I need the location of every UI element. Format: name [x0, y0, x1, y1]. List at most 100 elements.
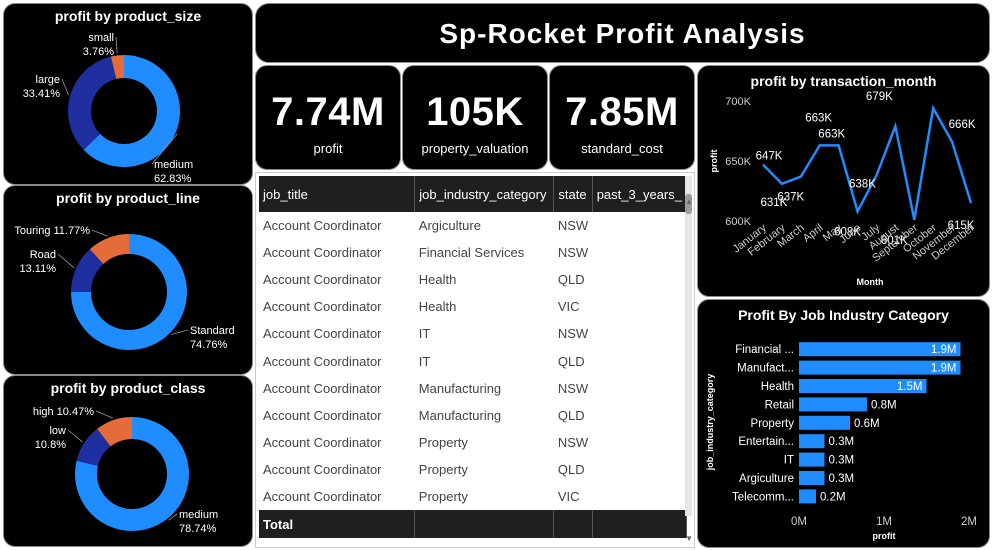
donut-chart-size: medium 62.83% large 33.41% small 3.76%: [23, 32, 193, 184]
slice-value: 10.8%: [35, 439, 66, 451]
chart-title: Profit By Job Industry Category: [738, 307, 949, 323]
scroll-down-arrow[interactable]: ▼: [685, 534, 693, 543]
table-row[interactable]: Account Coordinator Health QLD: [259, 266, 687, 293]
slice-name: large: [36, 74, 60, 86]
data-table-container[interactable]: job_title job_industry_category state pa…: [255, 172, 695, 548]
y-tick-label: 650K: [725, 156, 751, 168]
vertical-scrollbar[interactable]: [685, 176, 692, 516]
table-row[interactable]: Account Coordinator Property VIC: [259, 483, 687, 510]
kpi-card-standard-cost: 7.85M standard_cost: [549, 65, 695, 170]
leader-line: [115, 36, 118, 54]
donut-panel-line: profit by product_line Standard 74.76% Roa…: [3, 185, 253, 375]
data-label: 663K: [818, 128, 845, 140]
line-chart-panel: profit by transaction_month 600K 650K 700K…: [697, 65, 990, 297]
bar: [799, 397, 867, 412]
y-tick-label: Property: [751, 418, 795, 430]
kpi-value: 7.85M: [565, 90, 679, 134]
table-cell: Manufacturing: [418, 380, 502, 396]
table-row[interactable]: Account Coordinator Argiculture NSW: [259, 212, 687, 239]
total-label: Total: [259, 510, 416, 539]
leader-line: [91, 229, 108, 237]
bar: [799, 434, 825, 449]
y-tick-label: 600K: [725, 216, 751, 228]
table-cell: [592, 266, 686, 293]
bar: [799, 471, 825, 485]
data-label: 694K: [904, 91, 931, 93]
table-cell: [592, 212, 686, 239]
column-header[interactable]: job_industry_category: [414, 176, 555, 212]
table-cell: IT: [418, 326, 431, 342]
chart-title: profit by transaction_month: [750, 73, 937, 89]
table-row[interactable]: Account Coordinator Manufacturing NSW: [259, 375, 687, 402]
title-banner: Sp-Rocket Profit Analysis: [255, 3, 990, 63]
leader-line: [67, 429, 83, 443]
line-chart: 600K650K700K647K631K637K663K663K608K638K…: [709, 91, 977, 287]
data-label: 0.2M: [820, 491, 846, 503]
x-tick-label: 1M: [876, 516, 892, 528]
table-cell: Account Coordinator: [263, 461, 382, 477]
y-tick-label: Retail: [765, 399, 794, 411]
column-header[interactable]: state: [553, 176, 593, 212]
data-label: 0.3M: [829, 473, 855, 485]
data-label: 0.3M: [829, 455, 855, 467]
donut-slice: [68, 56, 117, 150]
table-cell: [592, 347, 686, 374]
data-label: 1.5M: [897, 381, 923, 393]
table-row[interactable]: Account Coordinator Property NSW: [259, 429, 687, 456]
table-cell: Health: [418, 272, 457, 288]
leader-line: [171, 329, 189, 335]
table-cell: NSW: [557, 245, 589, 261]
bar: [799, 489, 816, 504]
slice-name: small: [88, 32, 114, 44]
slice-name: Road: [30, 249, 56, 261]
column-header[interactable]: past_3_years_: [592, 176, 687, 212]
kpi-value: 105K: [426, 90, 524, 134]
table-cell: [592, 239, 686, 266]
table-cell: [592, 429, 686, 456]
table-cell: IT: [418, 353, 431, 369]
table-cell: [592, 456, 686, 483]
slice-name: Standard: [190, 325, 235, 337]
table-row[interactable]: Account Coordinator IT QLD: [259, 347, 687, 374]
y-axis-title: profit: [709, 150, 719, 173]
data-label: 637K: [777, 192, 804, 204]
table-cell: NSW: [557, 326, 589, 342]
kpi-card-property-valuation: 105K property_valuation: [402, 65, 548, 170]
scroll-up-arrow[interactable]: ▲: [685, 197, 693, 206]
data-label: 666K: [949, 119, 976, 131]
table-row[interactable]: Account Coordinator Health VIC: [259, 293, 687, 320]
table-cell: [592, 375, 686, 402]
leader-line: [95, 410, 114, 419]
bar-chart-panel: Profit By Job Industry Category Financia…: [697, 299, 990, 548]
x-tick-label: 2M: [961, 516, 977, 528]
table-cell: [592, 483, 686, 510]
slice-name: medium: [179, 509, 218, 521]
bar-chart: Financial ... 1.9M Manufact... 1.9M Health 1.…: [705, 342, 977, 541]
table-cell: Account Coordinator: [263, 218, 382, 234]
y-tick-label: 700K: [725, 96, 751, 108]
data-label: 647K: [756, 151, 783, 163]
table-row[interactable]: Account Coordinator Property QLD: [259, 456, 687, 483]
slice-value: 33.41%: [23, 88, 61, 100]
kpi-label: profit: [313, 141, 343, 156]
slice-value: 74.76%: [190, 339, 228, 351]
table-row[interactable]: Account Coordinator Manufacturing QLD: [259, 402, 687, 429]
donut-chart-line: Standard 74.76% Road 13.11% Touring 11.77%: [14, 225, 235, 351]
table-cell: [592, 293, 686, 320]
kpi-card-profit: 7.74M profit: [255, 65, 401, 170]
table-row[interactable]: Account Coordinator Financial Services NSW: [259, 239, 687, 266]
kpi-label: standard_cost: [581, 141, 663, 156]
table-cell: Property: [418, 461, 468, 477]
table-cell: QLD: [557, 461, 585, 477]
table-cell: Account Coordinator: [263, 245, 382, 261]
kpi-value: 7.74M: [271, 90, 385, 134]
column-header[interactable]: job_title: [259, 176, 416, 212]
data-label: 1.9M: [931, 363, 957, 375]
table-cell: QLD: [557, 272, 585, 288]
table-cell: Account Coordinator: [263, 272, 382, 288]
slice-name: low: [49, 425, 66, 437]
y-tick-label: Argiculture: [739, 473, 794, 485]
data-label: 679K: [866, 91, 893, 103]
table-row[interactable]: Account Coordinator IT NSW: [259, 320, 687, 347]
y-tick-label: Health: [761, 381, 794, 393]
